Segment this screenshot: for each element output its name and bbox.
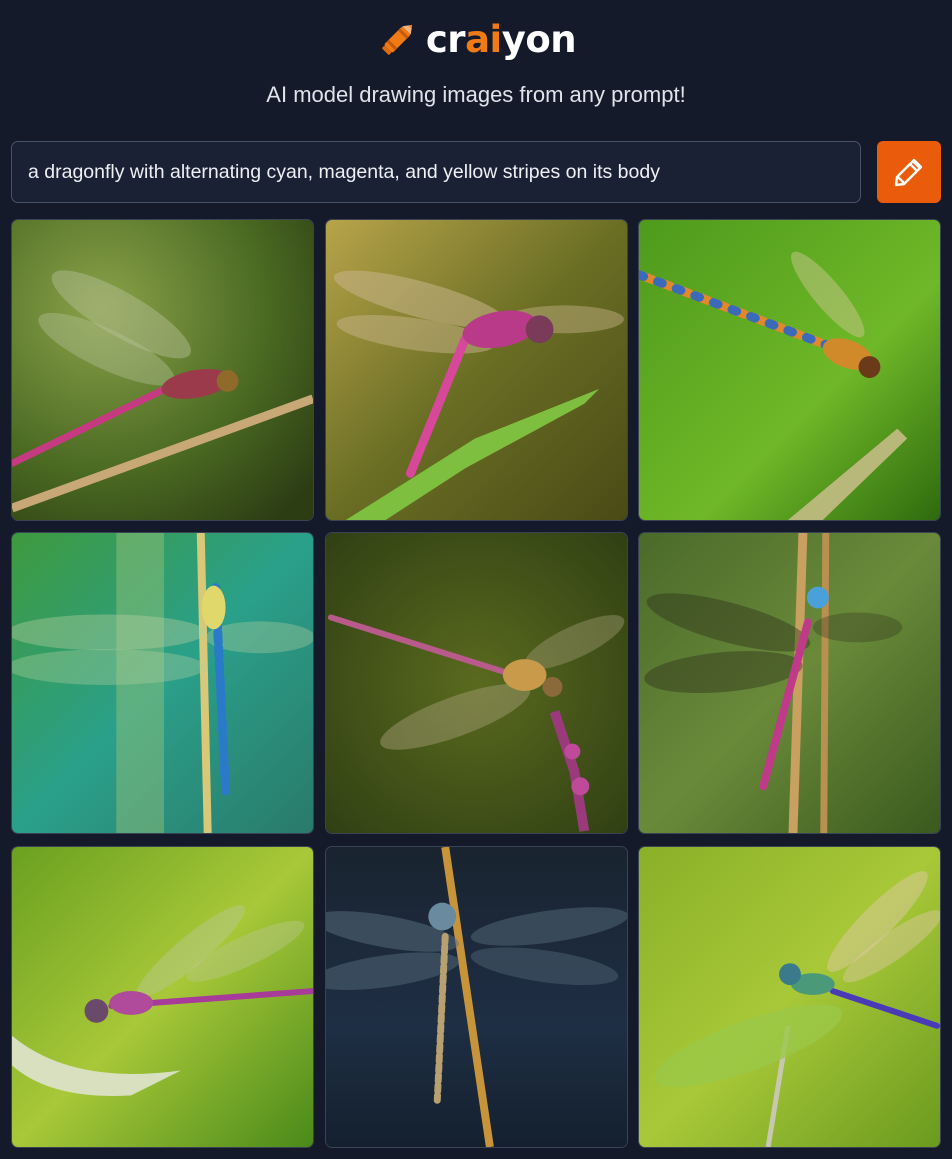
- craiyon-logo[interactable]: craiyon: [376, 17, 577, 61]
- prompt-input[interactable]: [11, 141, 861, 203]
- draw-button[interactable]: [877, 141, 941, 203]
- logo-wordmark: craiyon: [425, 17, 577, 61]
- result-image-9[interactable]: [638, 846, 941, 1148]
- result-image-1[interactable]: [11, 219, 314, 521]
- crayon-icon: [382, 24, 413, 55]
- results-grid: [11, 219, 941, 1148]
- tagline: AI model drawing images from any prompt!: [266, 82, 686, 107]
- result-image-6[interactable]: [638, 532, 941, 834]
- result-image-8[interactable]: [325, 846, 628, 1148]
- result-image-5[interactable]: [325, 532, 628, 834]
- result-image-4[interactable]: [11, 532, 314, 834]
- header: craiyon: [0, 14, 952, 64]
- result-image-7[interactable]: [11, 846, 314, 1148]
- pencil-icon: [894, 158, 923, 187]
- result-image-2[interactable]: [325, 219, 628, 521]
- dragonfly-image: [12, 220, 313, 520]
- result-image-3[interactable]: [638, 219, 941, 521]
